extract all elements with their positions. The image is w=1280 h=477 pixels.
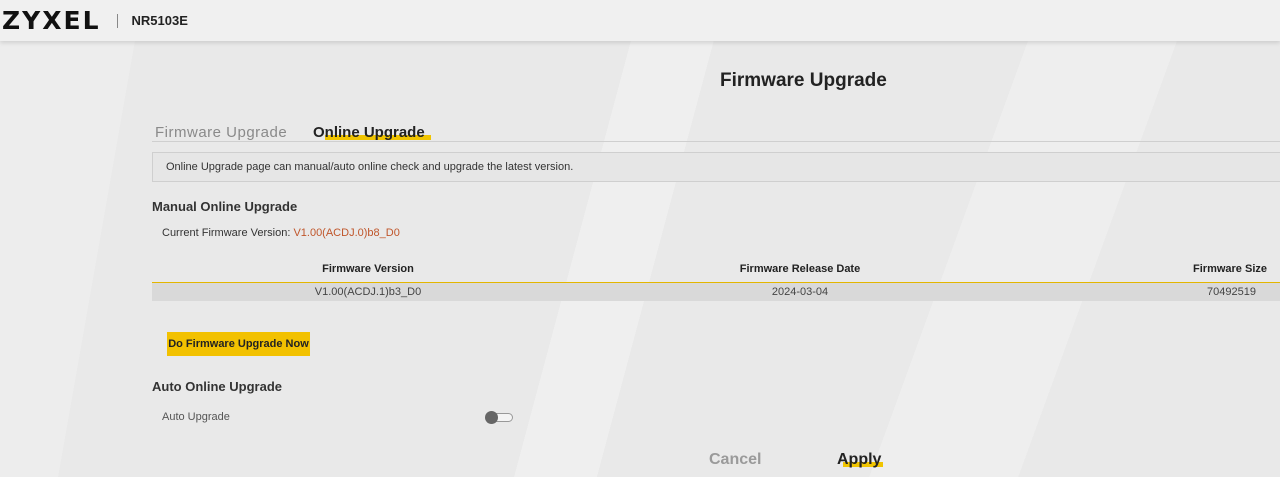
table-header: Firmware Version Firmware Release Date F…	[152, 260, 1280, 283]
toggle-knob	[485, 411, 498, 424]
current-firmware-version: V1.00(ACDJ.0)b8_D0	[293, 227, 400, 239]
current-firmware: Current Firmware Version: V1.00(ACDJ.0)b…	[162, 227, 400, 239]
auto-upgrade-toggle[interactable]	[485, 411, 514, 424]
header-release-date: Firmware Release Date	[739, 263, 861, 275]
header-firmware-version: Firmware Version	[322, 263, 414, 275]
manual-upgrade-title: Manual Online Upgrade	[152, 199, 298, 214]
logo-divider	[116, 13, 118, 28]
main-content: Firmware Upgrade Firmware Upgrade Online…	[0, 0, 1280, 477]
tab-divider	[152, 141, 1280, 142]
auto-upgrade-title: Auto Online Upgrade	[152, 379, 282, 394]
firmware-table: Firmware Version Firmware Release Date F…	[152, 260, 1280, 301]
tab-online-upgrade[interactable]: Online Upgrade	[313, 124, 431, 141]
apply-button[interactable]: Apply	[837, 451, 884, 469]
top-bar: ZYXEL NR5103E	[0, 0, 1280, 41]
cancel-button[interactable]: Cancel	[709, 451, 761, 469]
cell-release-date: 2024-03-04	[771, 286, 829, 298]
tab-label: Online Upgrade	[313, 124, 425, 141]
apply-label: Apply	[837, 451, 882, 468]
info-banner: Online Upgrade page can manual/auto onli…	[152, 152, 1280, 182]
cell-firmware-version: V1.00(ACDJ.1)b3_D0	[314, 286, 422, 298]
cell-firmware-size: 70492519	[1207, 286, 1256, 298]
auto-upgrade-label: Auto Upgrade	[162, 411, 230, 423]
current-firmware-label: Current Firmware Version:	[162, 227, 294, 239]
page-title: Firmware Upgrade	[720, 70, 887, 91]
tab-label: Firmware Upgrade	[155, 124, 288, 141]
header-firmware-size: Firmware Size	[1193, 263, 1267, 275]
device-model: NR5103E	[131, 13, 188, 28]
tab-firmware-upgrade[interactable]: Firmware Upgrade	[155, 124, 287, 141]
zyxel-logo: ZYXEL	[2, 6, 101, 35]
do-firmware-upgrade-button[interactable]: Do Firmware Upgrade Now	[167, 332, 310, 356]
info-text: Online Upgrade page can manual/auto onli…	[166, 161, 574, 173]
table-row[interactable]: V1.00(ACDJ.1)b3_D0 2024-03-04 70492519	[152, 283, 1280, 301]
